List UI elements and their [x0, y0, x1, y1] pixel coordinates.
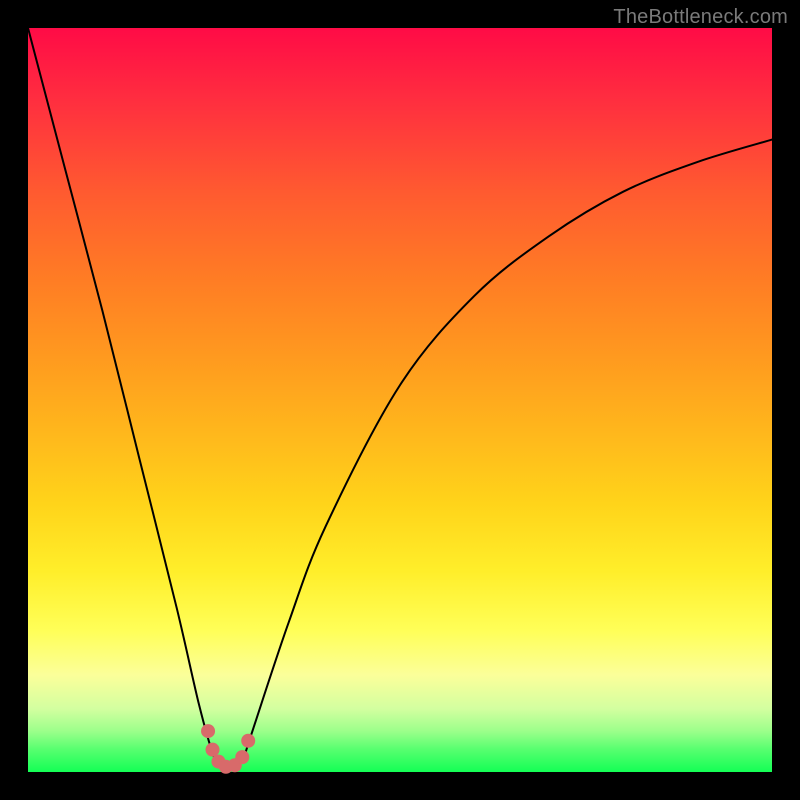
minimum-dot	[235, 750, 249, 764]
curve-right-branch	[229, 140, 772, 769]
watermark-text: TheBottleneck.com	[613, 6, 788, 29]
minimum-dot	[206, 743, 220, 757]
curve-left-branch	[28, 28, 229, 769]
minimum-dot	[241, 734, 255, 748]
minimum-dot	[201, 724, 215, 738]
chart-svg	[28, 28, 772, 772]
chart-plot-area	[28, 28, 772, 772]
